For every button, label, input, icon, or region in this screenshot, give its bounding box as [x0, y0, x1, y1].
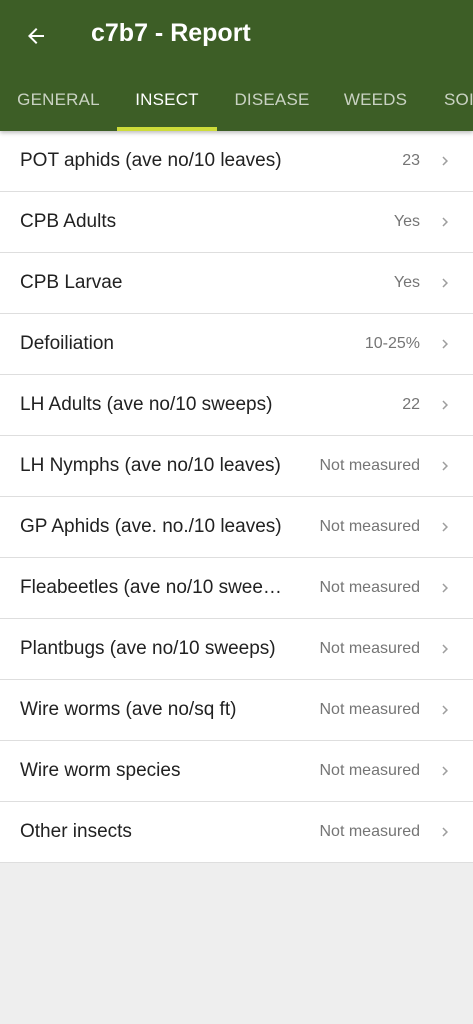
- list-item[interactable]: Plantbugs (ave no/10 sweeps) Not measured: [0, 619, 473, 680]
- tab-bar: GENERAL INSECT DISEASE WEEDS SOI: [0, 74, 473, 131]
- tab-weeds[interactable]: WEEDS: [327, 74, 424, 131]
- chevron-right-icon: [436, 640, 454, 658]
- list-item[interactable]: POT aphids (ave no/10 leaves) 23: [0, 131, 473, 192]
- item-label: Fleabeetles (ave no/10 swee…: [20, 577, 282, 598]
- item-value: Not measured: [319, 579, 421, 596]
- arrow-left-icon: [28, 28, 44, 44]
- item-label: POT aphids (ave no/10 leaves): [20, 150, 282, 171]
- item-label: CPB Adults: [20, 211, 117, 232]
- tab-disease[interactable]: DISEASE: [217, 74, 327, 131]
- list-item[interactable]: LH Nymphs (ave no/10 leaves) Not measured: [0, 436, 473, 497]
- chevron-right-icon: [436, 579, 454, 597]
- item-value: Yes: [393, 274, 420, 291]
- tab-soil[interactable]: SOI: [424, 74, 473, 131]
- tab-label: GENERAL: [17, 90, 100, 109]
- tab-label: INSECT: [135, 90, 199, 109]
- item-label: GP Aphids (ave. no./10 leaves): [20, 516, 282, 537]
- page-title: c7b7 - Report: [91, 19, 251, 47]
- item-label: Plantbugs (ave no/10 sweeps): [20, 638, 276, 659]
- chevron-right-icon: [436, 518, 454, 536]
- item-label: LH Adults (ave no/10 sweeps): [20, 394, 273, 415]
- list-item[interactable]: Fleabeetles (ave no/10 swee… Not measured: [0, 558, 473, 619]
- item-label: Other insects: [20, 821, 132, 842]
- chevron-right-icon: [436, 457, 454, 475]
- item-value: 10-25%: [364, 335, 420, 352]
- report-screen: c7b7 - Report GENERAL INSECT DISEASE WEE…: [0, 0, 473, 1024]
- chevron-right-icon: [436, 823, 454, 841]
- item-label: CPB Larvae: [20, 272, 123, 293]
- tab-label: SOI: [444, 90, 473, 109]
- list-item[interactable]: CPB Adults Yes: [0, 192, 473, 253]
- item-value: 22: [402, 396, 420, 413]
- back-button[interactable]: [14, 14, 58, 58]
- chevron-right-icon: [436, 701, 454, 719]
- list-item[interactable]: Wire worm species Not measured: [0, 741, 473, 802]
- list-item[interactable]: Wire worms (ave no/sq ft) Not measured: [0, 680, 473, 741]
- item-label: Wire worm species: [20, 760, 181, 781]
- chevron-right-icon: [436, 213, 454, 231]
- chevron-right-icon: [436, 152, 454, 170]
- item-label: Wire worms (ave no/sq ft): [20, 699, 237, 720]
- list-item[interactable]: LH Adults (ave no/10 sweeps) 22: [0, 375, 473, 436]
- active-tab-indicator: [117, 127, 217, 131]
- item-value: Not measured: [319, 701, 421, 718]
- item-value: Not measured: [319, 823, 421, 840]
- chevron-right-icon: [436, 274, 454, 292]
- tab-insect[interactable]: INSECT: [117, 74, 217, 131]
- app-bar: c7b7 - Report GENERAL INSECT DISEASE WEE…: [0, 0, 473, 131]
- item-label: LH Nymphs (ave no/10 leaves): [20, 455, 281, 476]
- insect-report-list: POT aphids (ave no/10 leaves) 23 CPB Adult…: [0, 131, 473, 863]
- list-item[interactable]: Other insects Not measured: [0, 802, 473, 863]
- item-value: 23: [402, 152, 420, 169]
- list-item[interactable]: Defoiliation 10-25%: [0, 314, 473, 375]
- item-value: Not measured: [319, 457, 421, 474]
- tab-label: DISEASE: [234, 90, 310, 109]
- list-item[interactable]: GP Aphids (ave. no./10 leaves) Not measur…: [0, 497, 473, 558]
- chevron-right-icon: [436, 762, 454, 780]
- item-value: Yes: [393, 213, 420, 230]
- chevron-right-icon: [436, 335, 454, 353]
- item-value: Not measured: [319, 762, 421, 779]
- tab-label: WEEDS: [343, 90, 408, 109]
- item-value: Not measured: [319, 518, 421, 535]
- tab-general[interactable]: GENERAL: [0, 74, 117, 131]
- list-item[interactable]: CPB Larvae Yes: [0, 253, 473, 314]
- chevron-right-icon: [436, 396, 454, 414]
- item-label: Defoiliation: [20, 333, 114, 354]
- item-value: Not measured: [319, 640, 421, 657]
